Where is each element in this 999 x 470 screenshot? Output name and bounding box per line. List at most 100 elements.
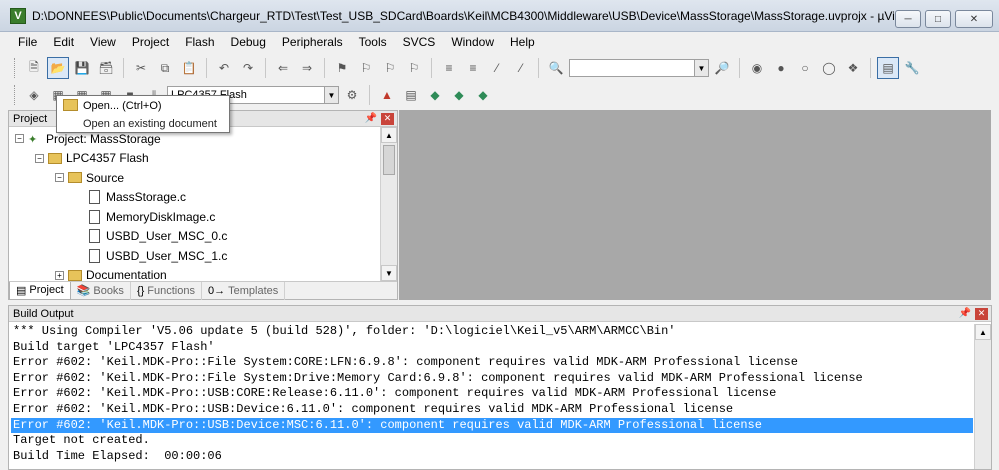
tree-item-file[interactable]: MemoryDiskImage.c (9, 207, 397, 227)
clear-bookmarks-icon[interactable]: ⚐ (403, 57, 425, 79)
select-packs-icon[interactable]: ◆ (448, 84, 470, 106)
scroll-up-icon[interactable]: ▲ (975, 324, 991, 340)
menu-project[interactable]: Project (124, 35, 177, 49)
tree-item-label: LPC4357 Flash (66, 151, 149, 166)
collapse-icon[interactable]: − (35, 153, 44, 163)
uncomment-icon[interactable]: ⁄ (510, 57, 532, 79)
menu-tools[interactable]: Tools (351, 35, 395, 49)
c-file-icon (89, 209, 100, 224)
tab-functions[interactable]: {} Functions (131, 281, 202, 300)
pin-icon[interactable]: 📌 (958, 308, 972, 319)
find-combo[interactable]: ▼ (569, 59, 709, 77)
tree-item-file[interactable]: USBD_User_MSC_0.c (9, 227, 397, 247)
comment-icon[interactable]: ⁄ (486, 57, 508, 79)
toolbar-grip[interactable] (14, 85, 17, 105)
build-output-text[interactable]: *** Using Compiler 'V5.06 update 5 (buil… (11, 324, 973, 469)
navigate-forward-icon[interactable]: ⇒ (296, 57, 318, 79)
toolbar-separator (369, 85, 370, 105)
debug-session-icon[interactable]: ◉ (746, 57, 768, 79)
next-bookmark-icon[interactable]: ⚐ (379, 57, 401, 79)
output-line[interactable]: Error #602: 'Keil.MDK-Pro::File System:C… (11, 355, 973, 371)
menu-help[interactable]: Help (502, 35, 543, 49)
find-in-files-icon[interactable]: 🔍 (545, 57, 567, 79)
tab-label: Project (29, 284, 64, 296)
collapse-icon[interactable]: − (15, 134, 24, 144)
chevron-down-icon[interactable]: ▼ (324, 87, 338, 103)
tab-label: Functions (147, 284, 195, 297)
translate-icon[interactable]: ◈ (23, 84, 45, 106)
chevron-down-icon[interactable]: ▼ (694, 60, 708, 76)
menu-peripherals[interactable]: Peripherals (274, 35, 351, 49)
tab-books[interactable]: 📚 Books (71, 281, 131, 300)
save-all-icon[interactable]: 🗃 (95, 57, 117, 79)
find-icon[interactable]: 🔎 (711, 57, 733, 79)
menu-flash[interactable]: Flash (177, 35, 222, 49)
disable-breakpoint-icon[interactable]: ○ (794, 57, 816, 79)
close-window-button[interactable]: ✕ (955, 10, 993, 28)
cut-icon[interactable]: ✂ (130, 57, 152, 79)
expand-icon[interactable]: + (55, 270, 64, 280)
editor-area[interactable] (399, 110, 991, 300)
toolbar-separator (538, 58, 539, 78)
output-line[interactable]: Error #602: 'Keil.MDK-Pro::USB:Device:6.… (11, 402, 973, 418)
target-options-icon[interactable]: ⚙ (341, 84, 363, 106)
navigate-back-icon[interactable]: ⇐ (272, 57, 294, 79)
build-output-scrollbar[interactable]: ▲ (974, 324, 991, 469)
manage-project-items-icon[interactable]: ▲ (376, 84, 398, 106)
menu-file[interactable]: File (10, 35, 45, 49)
minimize-button[interactable]: ─ (895, 10, 921, 28)
toolbar-separator (206, 58, 207, 78)
paste-icon[interactable]: 📋 (178, 57, 200, 79)
open-file-icon[interactable]: 📂 (47, 57, 69, 79)
close-icon[interactable]: ✕ (381, 112, 394, 125)
bookmark-icon[interactable]: ⚑ (331, 57, 353, 79)
output-line[interactable]: *** Using Compiler 'V5.06 update 5 (buil… (11, 324, 973, 340)
output-line[interactable]: Error #602: 'Keil.MDK-Pro::USB:Device:MS… (11, 417, 973, 434)
new-file-icon[interactable]: 🗎 (23, 57, 45, 79)
manage-rte-icon[interactable]: ◆ (424, 84, 446, 106)
window-layout-icon[interactable]: ▤ (877, 57, 899, 79)
maximize-button[interactable]: □ (925, 10, 951, 28)
menu-window[interactable]: Window (443, 35, 502, 49)
redo-icon[interactable]: ↷ (237, 57, 259, 79)
collapse-icon[interactable]: − (55, 173, 64, 183)
output-line[interactable]: Error #602: 'Keil.MDK-Pro::USB:CORE:Rele… (11, 386, 973, 402)
tree-item-target[interactable]: − LPC4357 Flash (9, 149, 397, 169)
tab-project[interactable]: ▤ Project (9, 281, 71, 300)
menu-view[interactable]: View (82, 35, 124, 49)
pack-installer-icon[interactable]: ◆ (472, 84, 494, 106)
scroll-down-icon[interactable]: ▼ (381, 265, 397, 281)
menu-svcs[interactable]: SVCS (395, 35, 444, 49)
undo-icon[interactable]: ↶ (213, 57, 235, 79)
indent-icon[interactable]: ≡ (438, 57, 460, 79)
output-line[interactable]: Build target 'LPC4357 Flash' (11, 340, 973, 356)
breakpoint-icon[interactable]: ● (770, 57, 792, 79)
output-line[interactable]: Build Time Elapsed: 00:00:06 (11, 449, 973, 465)
toolbar-grip[interactable] (14, 58, 17, 78)
close-icon[interactable]: ✕ (975, 307, 988, 320)
menu-edit[interactable]: Edit (45, 35, 82, 49)
save-icon[interactable]: 💾 (71, 57, 93, 79)
file-extensions-icon[interactable]: ▤ (400, 84, 422, 106)
scroll-up-icon[interactable]: ▲ (381, 127, 397, 143)
copy-icon[interactable]: ⧉ (154, 57, 176, 79)
output-line[interactable]: Error #602: 'Keil.MDK-Pro::File System:D… (11, 371, 973, 387)
prev-bookmark-icon[interactable]: ⚐ (355, 57, 377, 79)
menu-debug[interactable]: Debug (223, 35, 274, 49)
toolbar-separator (870, 58, 871, 78)
kill-breakpoints-icon[interactable]: ◯ (818, 57, 840, 79)
tree-item-file[interactable]: MassStorage.c (9, 188, 397, 208)
scroll-thumb[interactable] (383, 145, 395, 175)
c-file-icon (89, 190, 100, 205)
disable-all-breakpoints-icon[interactable]: ❖ (842, 57, 864, 79)
pin-icon[interactable]: 📌 (364, 113, 378, 124)
configure-icon[interactable]: 🔧 (901, 57, 923, 79)
tab-templates[interactable]: 0→ Templates (202, 281, 286, 300)
tooltip-title: Open... (Ctrl+O) (83, 100, 162, 112)
project-tree-scrollbar[interactable]: ▲ ▼ (380, 127, 397, 281)
tree-item-file[interactable]: USBD_User_MSC_1.c (9, 246, 397, 266)
tree-item-source-group[interactable]: − Source (9, 168, 397, 188)
output-line[interactable]: Target not created. (11, 433, 973, 449)
unindent-icon[interactable]: ≡ (462, 57, 484, 79)
tree-item-documentation-group[interactable]: + Documentation (9, 266, 397, 281)
